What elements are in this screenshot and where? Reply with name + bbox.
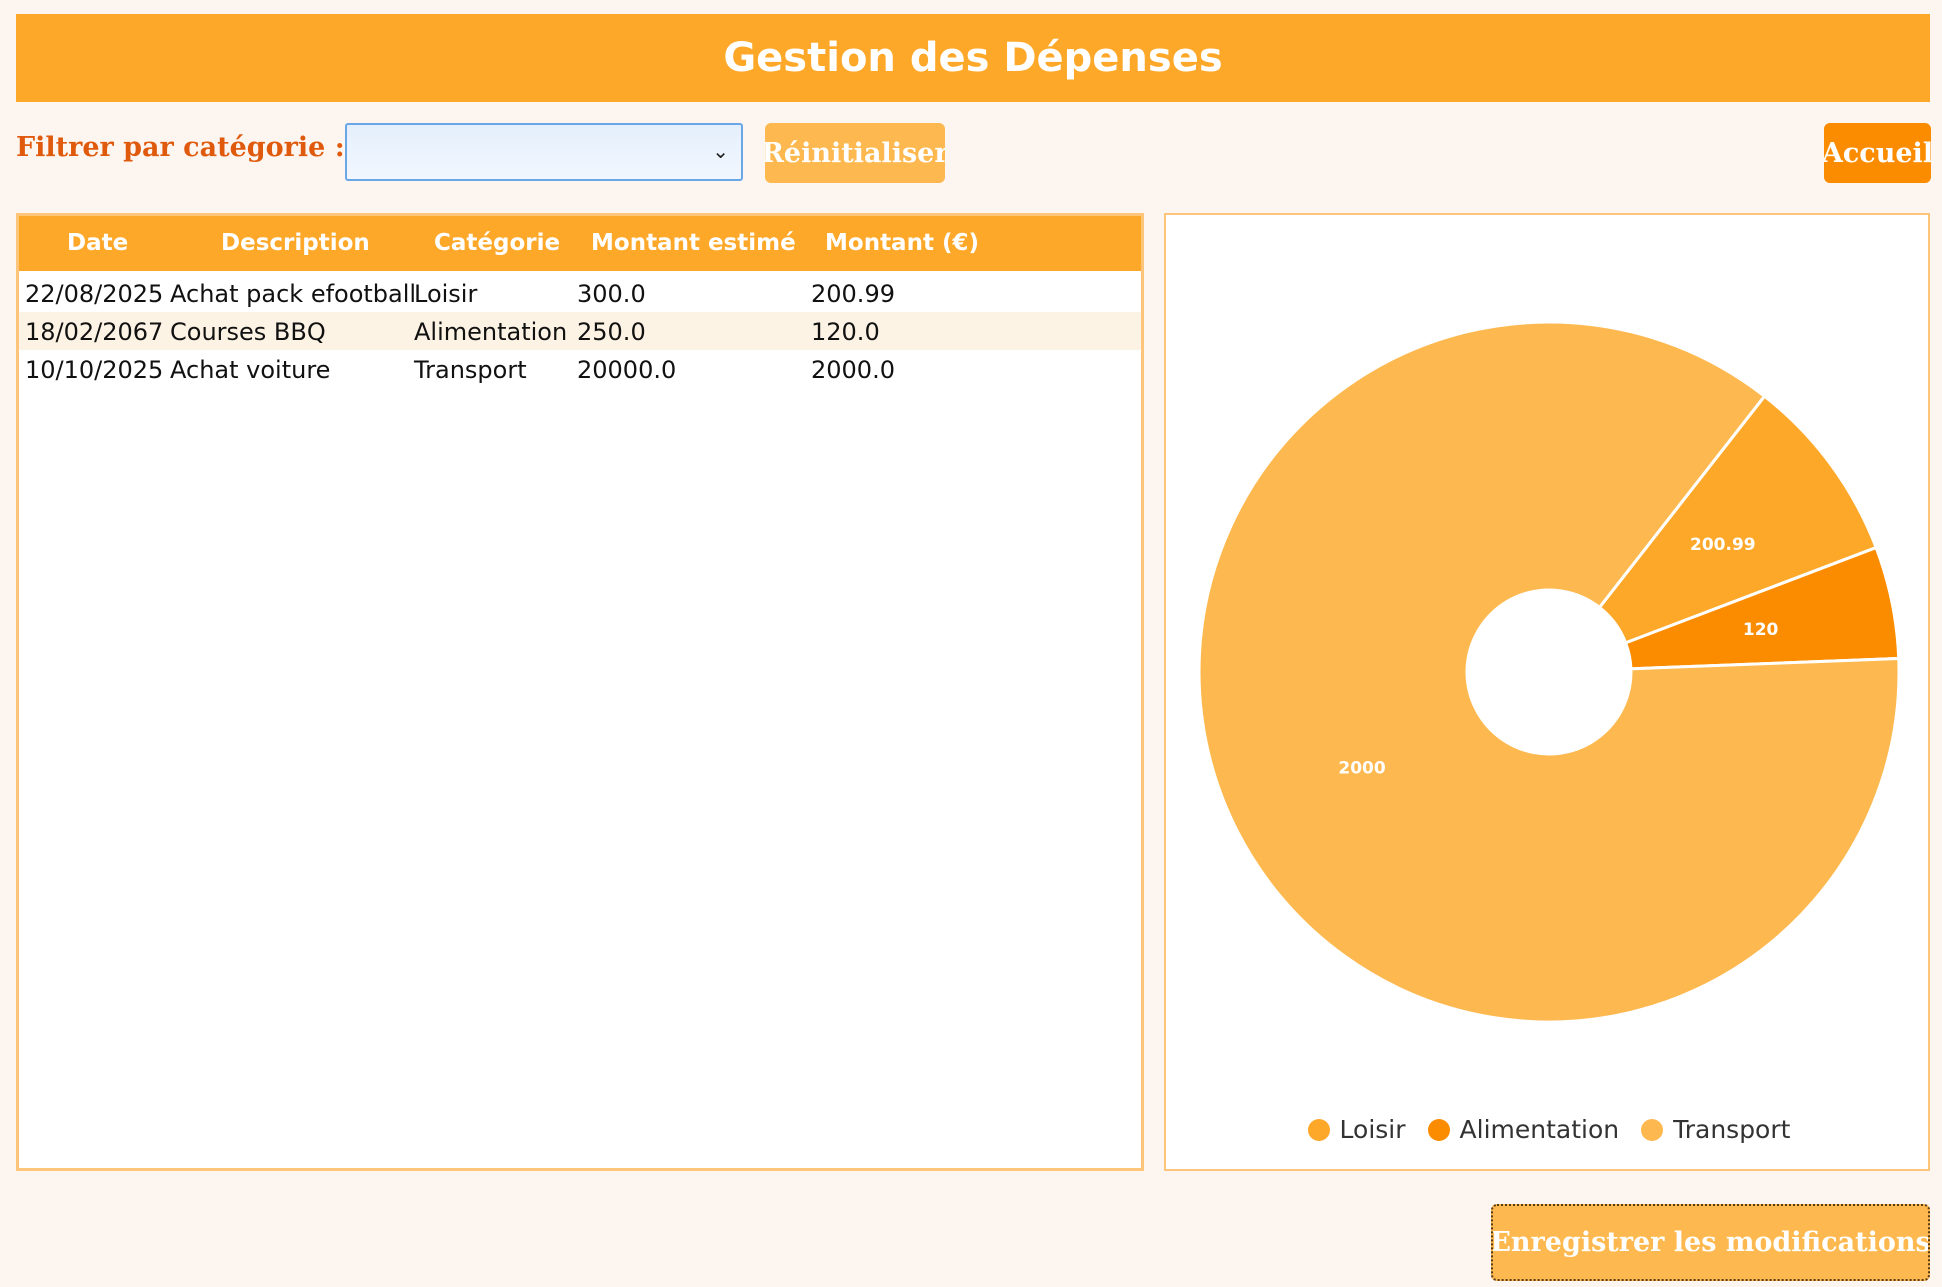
legend-label: Transport [1673, 1115, 1791, 1144]
cell-estimated-amount: 20000.0 [577, 356, 677, 384]
donut-chart: 200.99 120 2000 [1197, 320, 1901, 1024]
pie-data-label: 200.99 [1690, 535, 1756, 555]
table-header: Date Description Catégorie Montant estim… [19, 216, 1141, 271]
table-row[interactable]: 10/10/2025 Achat voiture Transport 20000… [19, 350, 1141, 388]
save-changes-button[interactable]: Enregistrer les modifications [1491, 1204, 1930, 1281]
cell-estimated-amount: 250.0 [577, 318, 646, 346]
legend-swatch [1641, 1118, 1664, 1141]
cell-description: Achat voiture [170, 356, 331, 384]
legend-swatch [1427, 1118, 1450, 1141]
legend-item-loisir[interactable]: Loisir [1307, 1115, 1406, 1144]
cell-description: Achat pack efootball [170, 280, 417, 308]
legend-item-alimentation[interactable]: Alimentation [1427, 1115, 1620, 1144]
cell-amount: 120.0 [811, 318, 880, 346]
cell-category: Transport [414, 356, 527, 384]
column-header-date[interactable]: Date [67, 230, 128, 256]
cell-description: Courses BBQ [170, 318, 326, 346]
legend-item-transport[interactable]: Transport [1641, 1115, 1790, 1144]
cell-category: Loisir [414, 280, 478, 308]
chart-legend: Loisir Alimentation Transport [1166, 1115, 1932, 1144]
legend-label: Loisir [1339, 1115, 1406, 1144]
column-header-category[interactable]: Catégorie [434, 230, 560, 256]
cell-date: 10/10/2025 [25, 356, 164, 384]
legend-swatch [1307, 1118, 1330, 1141]
pie-data-label: 2000 [1338, 759, 1385, 779]
column-header-description[interactable]: Description [221, 230, 370, 256]
cell-date: 18/02/2067 [25, 318, 164, 346]
filter-label: Filtrer par catégorie : [16, 132, 345, 163]
cell-amount: 200.99 [811, 280, 895, 308]
column-header-amount[interactable]: Montant (€) [825, 230, 979, 256]
cell-category: Alimentation [414, 318, 568, 346]
reset-button[interactable]: Réinitialiser [765, 123, 945, 183]
cell-amount: 2000.0 [811, 356, 895, 384]
column-header-estimated-amount[interactable]: Montant estimé [591, 230, 796, 256]
home-button[interactable]: Accueil [1824, 123, 1931, 183]
table-row[interactable]: 22/08/2025 Achat pack efootball Loisir 3… [19, 274, 1141, 312]
cell-date: 22/08/2025 [25, 280, 164, 308]
legend-label: Alimentation [1459, 1115, 1620, 1144]
app-header: Gestion des Dépenses [16, 14, 1930, 102]
pie-data-label: 120 [1743, 620, 1779, 640]
category-filter-select[interactable]: ⌄ [345, 123, 743, 181]
table-row[interactable]: 18/02/2067 Courses BBQ Alimentation 250.… [19, 312, 1141, 350]
expense-chart-panel: 200.99 120 2000 Loisir Alimentation Transp… [1164, 213, 1930, 1171]
expenses-table: Date Description Catégorie Montant estim… [16, 213, 1144, 1171]
cell-estimated-amount: 300.0 [577, 280, 646, 308]
chevron-down-icon: ⌄ [712, 139, 729, 163]
page-title: Gestion des Dépenses [723, 35, 1223, 81]
